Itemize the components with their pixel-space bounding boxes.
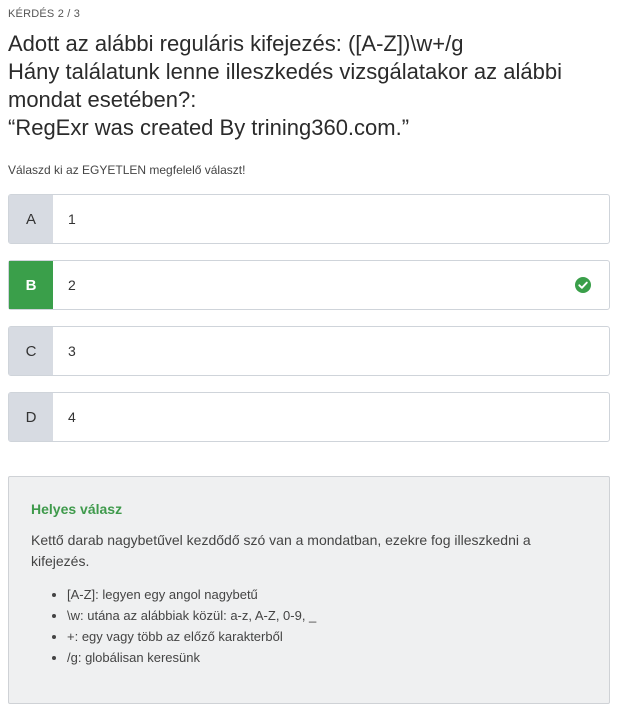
explanation-title: Helyes válasz (31, 501, 123, 517)
instruction-text: Válaszd ki az EGYETLEN megfelelő választ… (8, 163, 246, 177)
explanation-bullet: /g: globálisan keresünk (67, 647, 587, 668)
answer-option-d[interactable]: D 4 (8, 392, 610, 442)
answer-value: 2 (68, 277, 76, 293)
question-line: Adott az alábbi reguláris kifejezés: ([A… (8, 31, 464, 56)
answer-letter: C (9, 327, 53, 375)
explanation-panel: Helyes válasz Kettő darab nagybetűvel ke… (8, 476, 610, 704)
question-line: mondat esetében?: (8, 87, 197, 112)
explanation-bullet: +: egy vagy több az előző karakterből (67, 626, 587, 647)
explanation-bullet: [A-Z]: legyen egy angol nagybetű (67, 584, 587, 605)
question-line: “RegExr was created By trining360.com.” (8, 115, 410, 140)
answer-value: 4 (68, 409, 76, 425)
question-line: Hány találatunk lenne illeszkedés vizsgá… (8, 59, 562, 84)
answer-letter: A (9, 195, 53, 243)
answer-letter: D (9, 393, 53, 441)
explanation-text: Kettő darab nagybetűvel kezdődő szó van … (31, 532, 531, 569)
answer-option-b[interactable]: B 2 (8, 260, 610, 310)
question-counter: KÉRDÉS 2 / 3 (8, 8, 81, 20)
explanation-list: [A-Z]: legyen egy angol nagybetű \w: utá… (31, 584, 587, 668)
answer-list: A 1 B 2 C 3 D 4 (8, 194, 610, 458)
check-circle-icon (575, 277, 591, 293)
answer-value: 1 (68, 211, 76, 227)
answer-option-c[interactable]: C 3 (8, 326, 610, 376)
explanation-bullet: \w: utána az alábbiak közül: a-z, A-Z, 0… (67, 605, 587, 626)
answer-letter: B (9, 261, 53, 309)
answer-option-a[interactable]: A 1 (8, 194, 610, 244)
question-text: Adott az alábbi reguláris kifejezés: ([A… (8, 30, 613, 142)
answer-value: 3 (68, 343, 76, 359)
